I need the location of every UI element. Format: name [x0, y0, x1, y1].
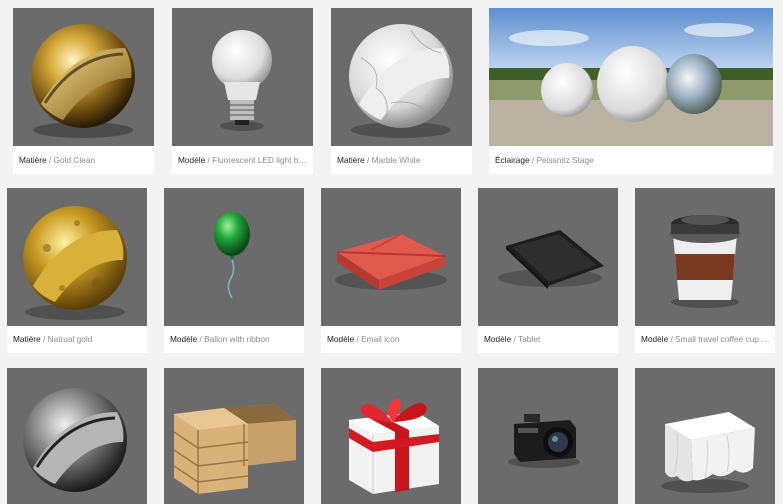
asset-category: Modèle [484, 334, 512, 344]
asset-name: Tablet [517, 334, 541, 344]
asset-category: Matière [13, 334, 41, 344]
asset-card[interactable]: Modèle / Fluorescent LED light bulb [172, 8, 313, 174]
asset-category: Modèle [641, 334, 669, 344]
caption-separator: / [529, 155, 537, 165]
balloon-icon [164, 188, 304, 326]
asset-name: Gold Clean [53, 155, 96, 165]
asset-caption: Matière / Gold Clean [19, 146, 150, 174]
asset-card[interactable]: Matière / Marble White [331, 8, 472, 174]
environment-spheres-icon [489, 8, 773, 146]
asset-caption: Modèle / Small travel coffee cup w... [641, 325, 771, 353]
asset-category: Modèle [178, 155, 206, 165]
asset-caption: Matière / Natrual gold [13, 325, 143, 353]
steel-sphere-icon [7, 368, 147, 504]
asset-card[interactable] [164, 368, 304, 504]
asset-card[interactable]: Modèle / Email icon [321, 188, 461, 353]
gold-sphere-icon [13, 8, 154, 146]
light-bulb-icon [172, 8, 313, 146]
asset-name: Natrual gold [47, 334, 93, 344]
caption-separator: / [40, 334, 48, 344]
asset-card[interactable]: Modèle / Tablet [478, 188, 618, 353]
asset-caption: Modèle / Ballon with ribbon [170, 325, 300, 353]
asset-name: Small travel coffee cup w... [675, 334, 771, 344]
asset-card[interactable]: Modèle / Ballon with ribbon [164, 188, 304, 353]
asset-card[interactable]: Matière / Gold Clean [13, 8, 154, 174]
asset-caption: Matière / Marble White [337, 146, 468, 174]
rough-gold-sphere-icon [7, 188, 147, 326]
coffee-cup-icon [635, 188, 775, 326]
wooden-crates-icon [164, 368, 304, 504]
asset-caption: Éclairage / Peissnitz Stage [495, 146, 769, 174]
asset-name: Ballon with ribbon [204, 334, 270, 344]
asset-category: Modèle [170, 334, 198, 344]
tablet-icon [478, 188, 618, 326]
asset-category: Matière [337, 155, 365, 165]
asset-name: Fluorescent LED light bulb [212, 155, 309, 165]
asset-caption: Modèle / Email icon [327, 325, 457, 353]
asset-card[interactable]: Éclairage / Peissnitz Stage [489, 8, 773, 174]
caption-separator: / [511, 334, 518, 344]
asset-card[interactable] [478, 368, 618, 504]
asset-caption: Modèle / Fluorescent LED light bulb [178, 146, 309, 174]
asset-name: Email icon [361, 334, 400, 344]
gift-box-icon [321, 368, 461, 504]
asset-card[interactable]: Matière / Natrual gold [7, 188, 147, 353]
asset-name: Peissnitz Stage [536, 155, 594, 165]
caption-separator: / [364, 155, 372, 165]
asset-name: Marble White [371, 155, 421, 165]
asset-category: Matière [19, 155, 47, 165]
marble-sphere-icon [331, 8, 472, 146]
table-cloth-icon [635, 368, 775, 504]
asset-card[interactable]: Modèle / Small travel coffee cup w... [635, 188, 775, 353]
caption-separator: / [46, 155, 54, 165]
asset-category: Éclairage [495, 155, 530, 165]
asset-category: Modèle [327, 334, 355, 344]
asset-card[interactable] [321, 368, 461, 504]
camera-icon [478, 368, 618, 504]
asset-card[interactable] [7, 368, 147, 504]
asset-caption: Modèle / Tablet [484, 325, 614, 353]
asset-card[interactable] [635, 368, 775, 504]
envelope-icon [321, 188, 461, 326]
